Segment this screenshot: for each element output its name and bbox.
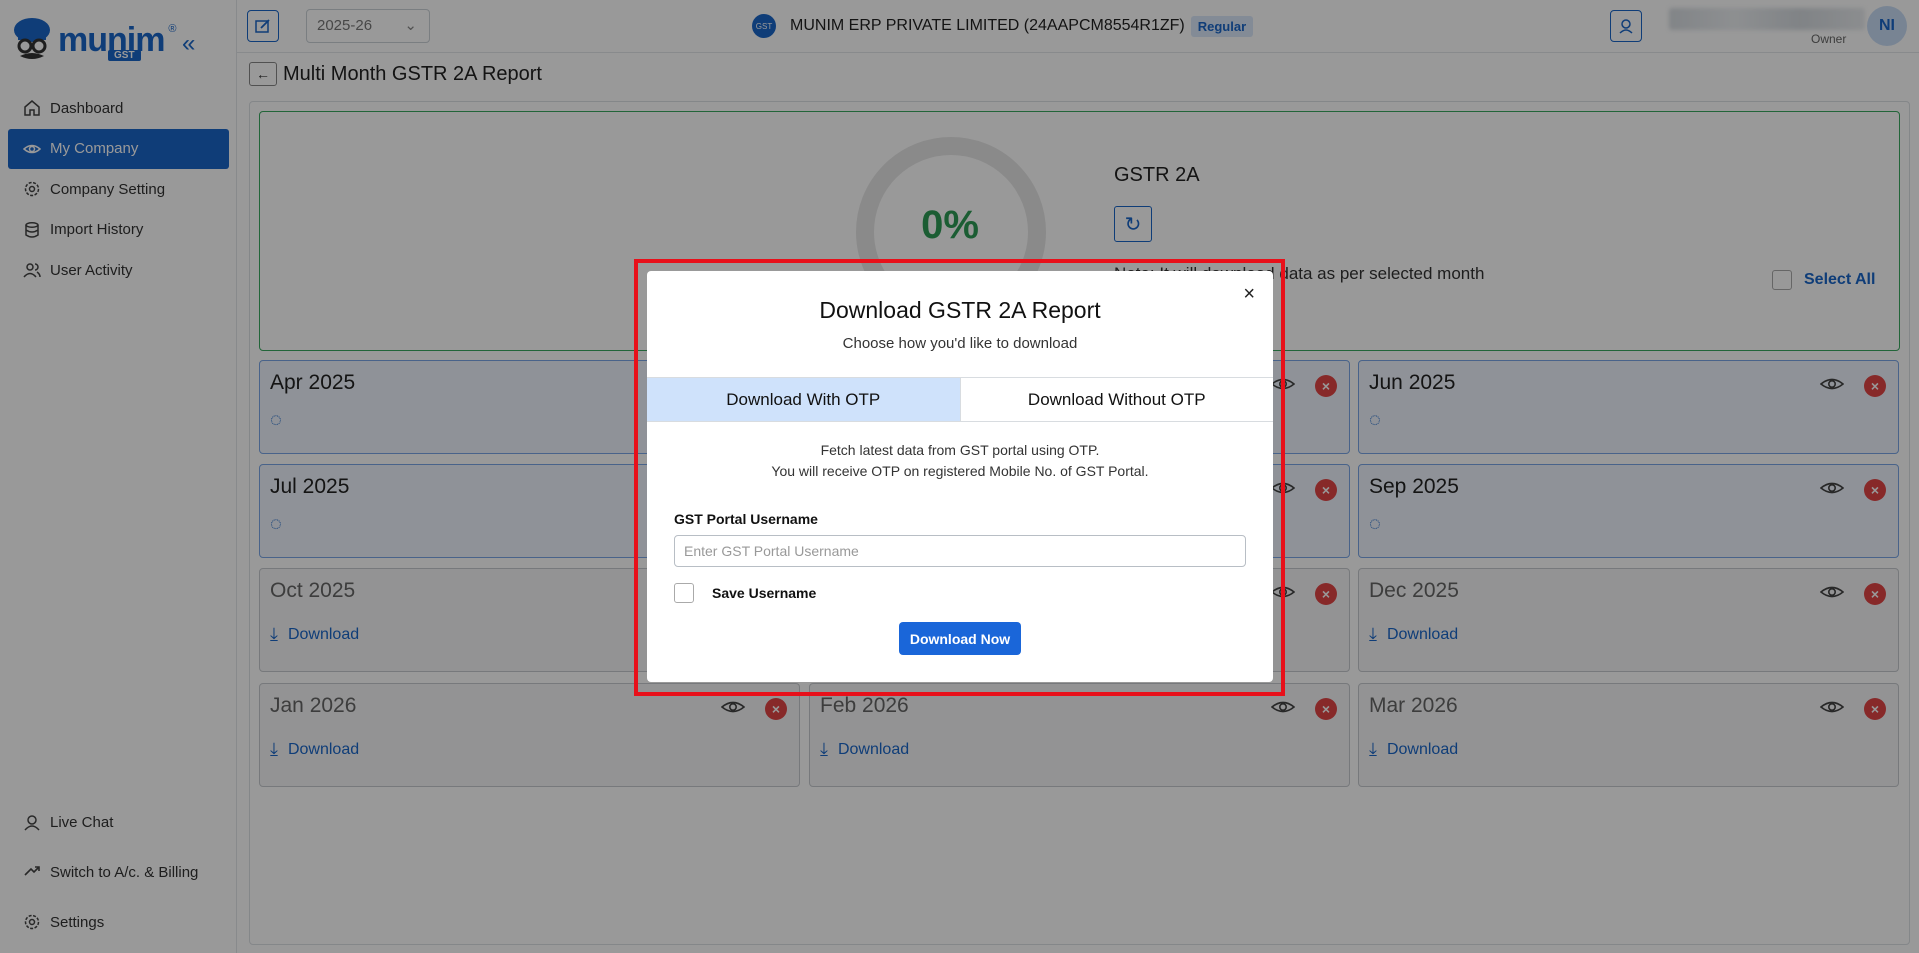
save-username-row[interactable]: Save Username xyxy=(674,583,816,603)
otp-info-line-1: Fetch latest data from GST portal using … xyxy=(820,442,1100,458)
otp-info-line-2: You will receive OTP on registered Mobil… xyxy=(771,463,1149,479)
username-label: GST Portal Username xyxy=(674,511,818,527)
gst-username-input[interactable] xyxy=(674,535,1246,567)
modal-title: Download GSTR 2A Report xyxy=(819,297,1101,323)
tab-download-with-otp[interactable]: Download With OTP xyxy=(647,378,960,421)
download-modal: × Download GSTR 2A Report Choose how you… xyxy=(647,271,1273,682)
save-username-label: Save Username xyxy=(712,585,817,601)
download-mode-tabs: Download With OTP Download Without OTP xyxy=(647,377,1273,422)
modal-subtitle: Choose how you'd like to download xyxy=(842,335,1078,352)
save-username-checkbox[interactable] xyxy=(674,583,694,603)
tab-download-without-otp[interactable]: Download Without OTP xyxy=(959,378,1274,421)
download-now-button[interactable]: Download Now xyxy=(899,622,1021,655)
